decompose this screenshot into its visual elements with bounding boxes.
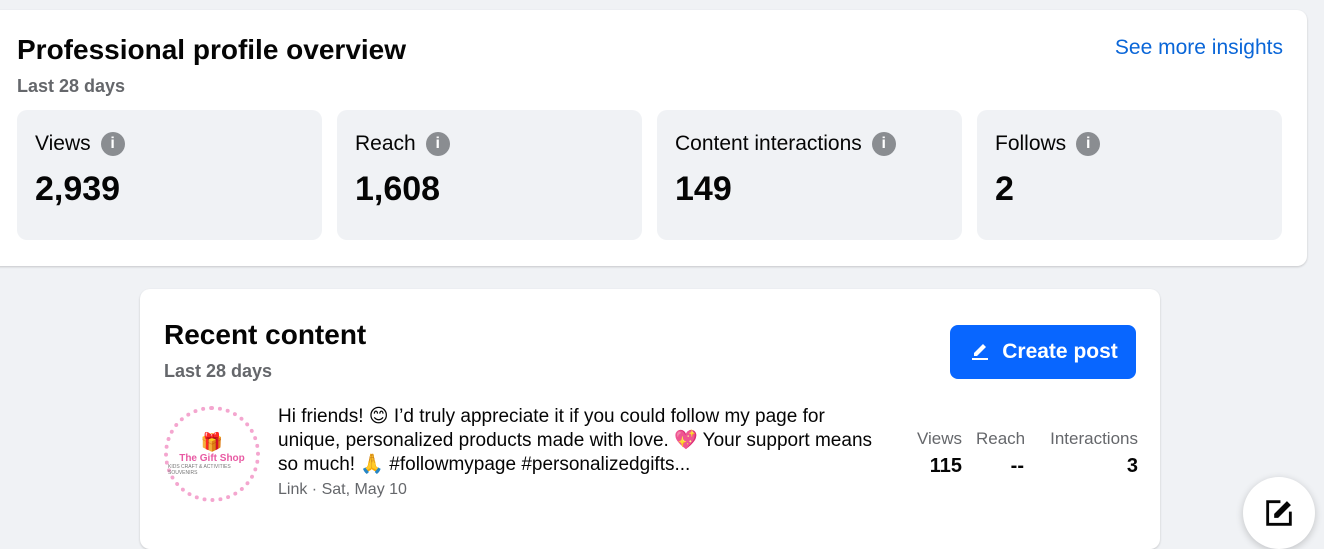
stat-label: Views [910, 429, 962, 449]
recent-content-card: Recent content Last 28 days Create post … [140, 289, 1160, 549]
thumbnail-subtitle: KIDS CRAFT & ACTIVITIES SOUVENIRS [168, 464, 256, 476]
metric-reach: Reachi 1,608 [337, 110, 642, 240]
gift-icon: 🎁 [201, 432, 223, 453]
metric-value: 1,608 [355, 170, 440, 209]
post-thumbnail[interactable]: 🎁 The Gift Shop KIDS CRAFT & ACTIVITIES … [164, 406, 260, 502]
metric-views: Viewsi 2,939 [17, 110, 322, 240]
edit-icon [968, 340, 992, 364]
stat-reach: Reach -- [976, 429, 1024, 478]
metric-label: Views [35, 132, 91, 156]
thumbnail-title: The Gift Shop [179, 453, 245, 464]
stat-value: 115 [910, 455, 962, 478]
post-text[interactable]: Hi friends! 😊 I’d truly appreciate it if… [278, 405, 878, 477]
stat-label: Interactions [1042, 429, 1138, 449]
profile-overview-card: Professional profile overview Last 28 da… [0, 10, 1307, 266]
overview-period: Last 28 days [17, 76, 125, 97]
metric-follows: Follows i 2 [977, 110, 1282, 240]
stat-views: Views 115 [910, 429, 962, 478]
stat-value: 3 [1042, 455, 1138, 478]
overview-title: Professional profile overview [17, 34, 406, 66]
stat-value: -- [976, 455, 1024, 478]
metric-content-interactions: Content interactions i 149 [657, 110, 962, 240]
metric-label: Reach [355, 132, 416, 156]
info-icon[interactable]: i [426, 132, 450, 156]
metric-value: 2,939 [35, 170, 120, 209]
metric-value: 149 [675, 170, 732, 209]
create-post-button[interactable]: Create post [950, 325, 1136, 379]
metric-value: 2 [995, 170, 1014, 209]
info-icon[interactable]: i [872, 132, 896, 156]
stat-label: Reach [976, 429, 1024, 449]
metric-label: Content interactions [675, 132, 862, 156]
info-icon[interactable]: i [101, 132, 125, 156]
post-meta: Link · Sat, May 10 [278, 481, 407, 499]
create-post-label: Create post [1002, 340, 1118, 364]
recent-content-period: Last 28 days [164, 361, 272, 382]
recent-content-title: Recent content [164, 319, 366, 351]
info-icon[interactable]: i [1076, 132, 1100, 156]
stat-interactions: Interactions 3 [1042, 429, 1138, 478]
metric-label: Follows [995, 132, 1066, 156]
see-more-insights-link[interactable]: See more insights [1115, 36, 1283, 60]
compose-button[interactable] [1243, 477, 1315, 549]
